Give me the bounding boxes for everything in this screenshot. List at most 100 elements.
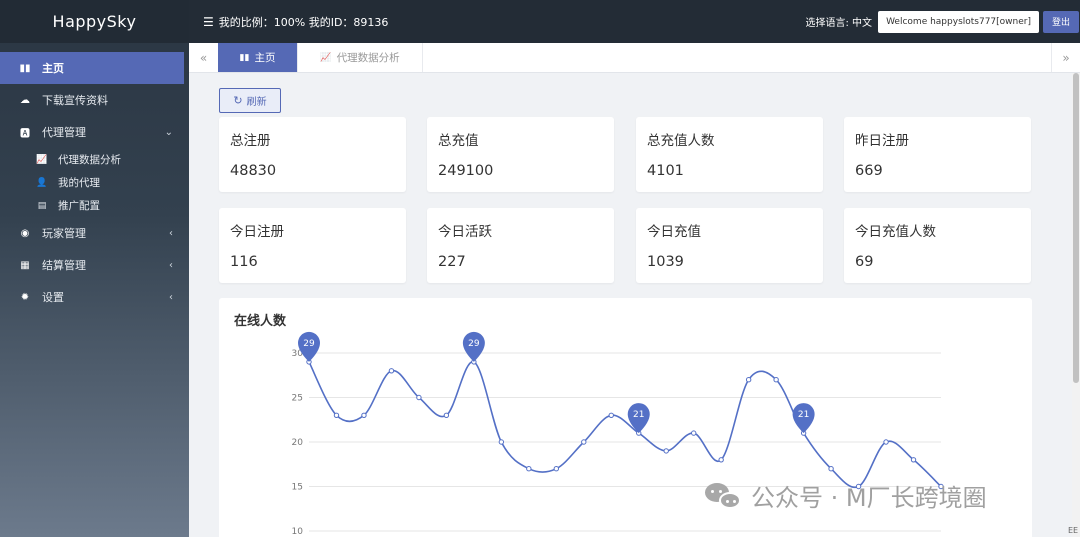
sidebar-item-home[interactable]: ▮▮ 主页 — [0, 52, 184, 84]
y-tick-label: 20 — [292, 438, 304, 448]
data-marker-label: 29 — [303, 339, 315, 349]
stat-label: 总充值人数 — [647, 133, 715, 149]
sidebar-item-settings[interactable]: ✹ 设置 ‹ — [0, 281, 189, 313]
stat-card-total-register: 总注册 48830 — [219, 117, 406, 192]
data-point — [690, 430, 697, 436]
sidebar-item-label: 结算管理 — [42, 259, 86, 272]
agent-icon: 🅰 — [20, 128, 30, 140]
stat-value: 4101 — [647, 163, 684, 179]
refresh-button[interactable]: ↻ 刷新 — [219, 88, 281, 113]
logout-button[interactable]: 登出 — [1043, 10, 1079, 33]
data-point — [910, 457, 917, 463]
watermark: 公众号 · M厂长跨境圈 — [705, 478, 987, 513]
sidebar-item-label: 下载宣传资料 — [42, 94, 108, 107]
sidebar-item-label: 代理数据分析 — [58, 154, 121, 166]
stat-card-today-register: 今日注册 116 — [219, 208, 406, 283]
stat-value: 69 — [855, 254, 874, 270]
data-marker-label: 21 — [633, 410, 644, 420]
tab-agent-analysis[interactable]: 📈 代理数据分析 — [298, 43, 423, 72]
stat-value: 48830 — [230, 163, 277, 179]
stat-label: 总注册 — [230, 133, 271, 149]
main-content: ↻ 刷新 总注册 48830 总充值 249100 总充值人数 4101 昨日注… — [189, 73, 1072, 537]
stat-value: 1039 — [647, 254, 684, 270]
hamburger-menu-icon[interactable]: ☰ — [203, 15, 214, 29]
config-icon: ▤ — [37, 200, 47, 211]
sidebar-item-label: 我的代理 — [58, 177, 100, 189]
gear-icon: ✹ — [20, 291, 30, 303]
data-point — [526, 466, 532, 472]
bar-chart-icon: ▮▮ — [19, 62, 31, 74]
stat-value: 227 — [438, 254, 466, 270]
cloud-download-icon: ☁ — [20, 94, 30, 106]
user-icon: 👤 — [36, 177, 48, 188]
stat-label: 昨日注册 — [855, 133, 909, 149]
sidebar-item-label: 玩家管理 — [42, 227, 86, 240]
stat-label: 今日注册 — [230, 224, 284, 240]
data-point — [663, 448, 669, 454]
sidebar-item-label: 推广配置 — [58, 200, 100, 212]
y-tick-label: 10 — [292, 527, 304, 537]
stat-card-today-recharge-users: 今日充值人数 69 — [844, 208, 1031, 283]
data-point — [581, 439, 587, 445]
data-marker-label: 29 — [468, 339, 480, 349]
refresh-icon: ↻ — [233, 94, 243, 107]
sidebar-item-label: 主页 — [42, 62, 64, 75]
calculator-icon: ▦ — [20, 259, 30, 271]
user-circle-icon: ◉ — [20, 227, 30, 239]
sidebar-menu: ▮▮ 主页 ☁ 下载宣传资料 🅰 代理管理 ⌄ 📈 代理数据分析 👤 我的代理 … — [0, 43, 189, 313]
stat-card-total-recharge-users: 总充值人数 4101 — [636, 117, 823, 192]
sidebar-item-agent-management[interactable]: 🅰 代理管理 ⌄ — [0, 116, 189, 148]
chevron-left-icon: ‹ — [169, 227, 173, 239]
stat-value: 249100 — [438, 163, 494, 179]
wechat-icon — [705, 481, 743, 511]
watermark-text: 公众号 · M厂长跨境圈 — [751, 484, 987, 512]
sidebar-item-player-management[interactable]: ◉ 玩家管理 ‹ — [0, 217, 189, 249]
stat-value: 116 — [230, 254, 258, 270]
top-bar-right: 选择语言: 中文 Welcome happyslots777[owner] 登出 — [806, 10, 1080, 33]
data-point — [361, 412, 367, 419]
tab-scroll-left-icon[interactable]: « — [189, 43, 218, 72]
sidebar-subitem-my-agents[interactable]: 👤 我的代理 — [0, 171, 189, 194]
chevron-down-icon: ⌄ — [164, 126, 173, 138]
data-point — [416, 394, 422, 401]
data-point — [883, 439, 889, 445]
data-marker-label: 21 — [798, 410, 809, 420]
user-ratio-text: 我的比例：100% 我的ID：89136 — [218, 15, 389, 29]
tab-label: 代理数据分析 — [336, 52, 400, 64]
brand-logo[interactable]: HappySky — [0, 0, 189, 43]
sidebar-item-label: 代理管理 — [42, 126, 86, 139]
line-chart-icon: 📈 — [36, 154, 48, 165]
data-point — [498, 439, 505, 445]
sidebar-item-label: 设置 — [42, 291, 64, 304]
top-bar: ☰ 我的比例：100% 我的ID：89136 选择语言: 中文 Welcome … — [189, 0, 1080, 43]
sidebar-subitem-promo-config[interactable]: ▤ 推广配置 — [0, 194, 189, 217]
stat-card-yesterday-register: 昨日注册 669 — [844, 117, 1031, 192]
tab-home[interactable]: ▮▮ 主页 — [218, 43, 298, 72]
data-point — [443, 412, 450, 419]
stat-label: 今日充值 — [647, 224, 701, 240]
stat-card-total-recharge: 总充值 249100 — [427, 117, 614, 192]
line-chart-icon: 📈 — [320, 52, 332, 63]
y-tick-label: 15 — [292, 483, 303, 493]
language-selector[interactable]: 选择语言: 中文 — [806, 14, 873, 29]
y-tick-label: 25 — [292, 394, 303, 404]
sidebar-item-download[interactable]: ☁ 下载宣传资料 — [0, 84, 189, 116]
data-point — [388, 368, 395, 374]
scrollbar-thumb[interactable] — [1073, 73, 1079, 383]
tab-label: 主页 — [254, 52, 276, 64]
welcome-user-box: Welcome happyslots777[owner] — [878, 10, 1039, 33]
refresh-label: 刷新 — [246, 97, 267, 108]
stat-card-today-recharge: 今日充值 1039 — [636, 208, 823, 283]
chevron-left-icon: ‹ — [169, 259, 173, 271]
data-point — [773, 377, 779, 383]
tab-scroll-right-icon[interactable]: » — [1051, 43, 1080, 72]
sidebar-subitem-agent-analysis[interactable]: 📈 代理数据分析 — [0, 148, 189, 171]
data-point — [608, 412, 614, 419]
corner-text: EE — [1068, 526, 1079, 535]
chevron-left-icon: ‹ — [169, 291, 173, 303]
sidebar-item-settlement[interactable]: ▦ 结算管理 ‹ — [0, 249, 189, 281]
page-scrollbar[interactable] — [1072, 73, 1080, 537]
sidebar: HappySky ▮▮ 主页 ☁ 下载宣传资料 🅰 代理管理 ⌄ 📈 代理数据分… — [0, 0, 189, 537]
tab-bar: « ▮▮ 主页 📈 代理数据分析 » — [189, 43, 1080, 73]
bar-chart-icon: ▮▮ — [239, 52, 250, 63]
